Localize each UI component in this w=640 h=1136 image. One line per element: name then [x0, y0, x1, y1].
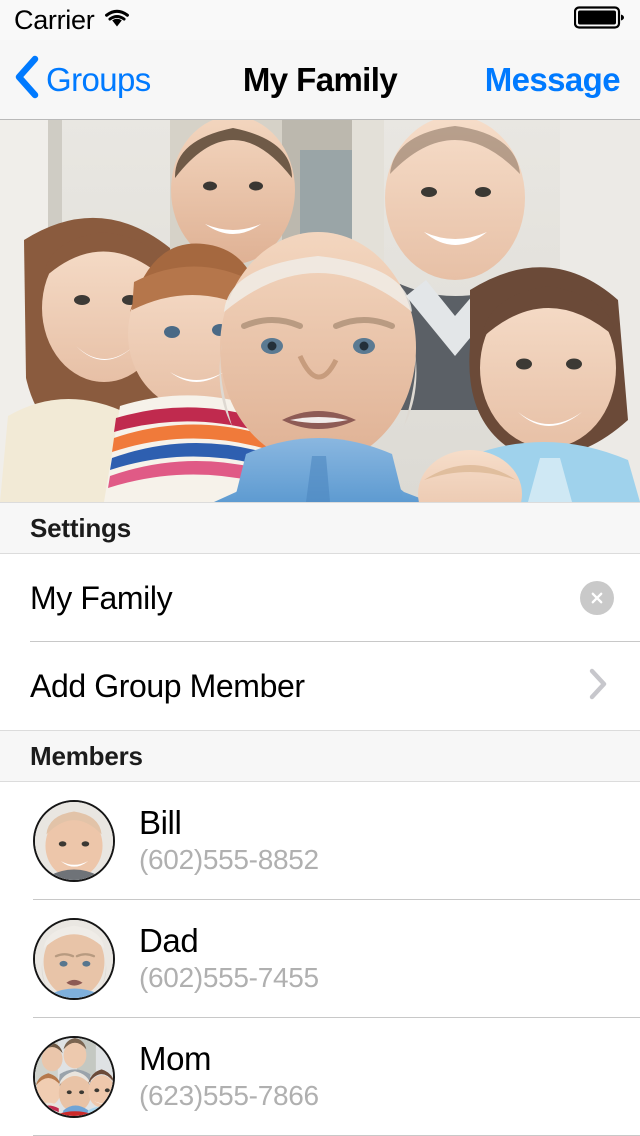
- chevron-right-icon: [588, 667, 608, 706]
- member-info: Bill (602)555-8852: [139, 804, 319, 876]
- member-name: Dad: [139, 922, 199, 960]
- avatar-image: [35, 802, 113, 880]
- member-row[interactable]: Mom (623)555-7866: [0, 1018, 640, 1136]
- status-bar-right: [573, 6, 626, 35]
- message-button[interactable]: Message: [485, 61, 621, 99]
- navigation-bar: Groups My Family Message: [0, 40, 640, 120]
- battery-full-icon: [573, 6, 626, 35]
- status-bar: Carrier: [0, 0, 640, 40]
- status-bar-left: Carrier: [14, 5, 130, 36]
- avatar-bill: [33, 800, 115, 882]
- members-section-header: Members: [0, 730, 640, 782]
- avatar-image: [35, 920, 113, 998]
- group-photo[interactable]: [0, 120, 640, 502]
- members-section-title: Members: [30, 740, 143, 771]
- member-phone: (602)555-8852: [139, 844, 319, 876]
- group-name-input[interactable]: My Family: [30, 580, 580, 617]
- member-row[interactable]: Bill (602)555-8852: [0, 782, 640, 900]
- family-group-photo-illustration: [0, 120, 640, 502]
- back-button[interactable]: Groups: [0, 55, 151, 104]
- group-name-row[interactable]: My Family: [0, 554, 640, 642]
- avatar-image: [35, 1038, 113, 1116]
- avatar-dad: [33, 918, 115, 1000]
- settings-section-header: Settings: [0, 502, 640, 554]
- chevron-left-icon: [14, 55, 40, 104]
- member-row[interactable]: Dad (602)555-7455: [0, 900, 640, 1018]
- clear-circle-icon[interactable]: [580, 581, 614, 615]
- back-button-label: Groups: [46, 60, 151, 98]
- add-group-member-row[interactable]: Add Group Member: [0, 642, 640, 730]
- member-phone: (623)555-7866: [139, 1080, 319, 1112]
- member-name: Mom: [139, 1040, 212, 1078]
- member-info: Dad (602)555-7455: [139, 922, 319, 994]
- member-name: Bill: [139, 804, 182, 842]
- avatar-mom: [33, 1036, 115, 1118]
- member-info: Mom (623)555-7866: [139, 1040, 319, 1112]
- member-phone: (602)555-7455: [139, 962, 319, 994]
- add-group-member-label: Add Group Member: [30, 667, 305, 704]
- settings-section-title: Settings: [30, 512, 131, 543]
- app-screen: Carrier Groups My Family Message Setting…: [0, 0, 640, 1136]
- wifi-icon: [104, 8, 130, 33]
- carrier-label: Carrier: [14, 4, 95, 35]
